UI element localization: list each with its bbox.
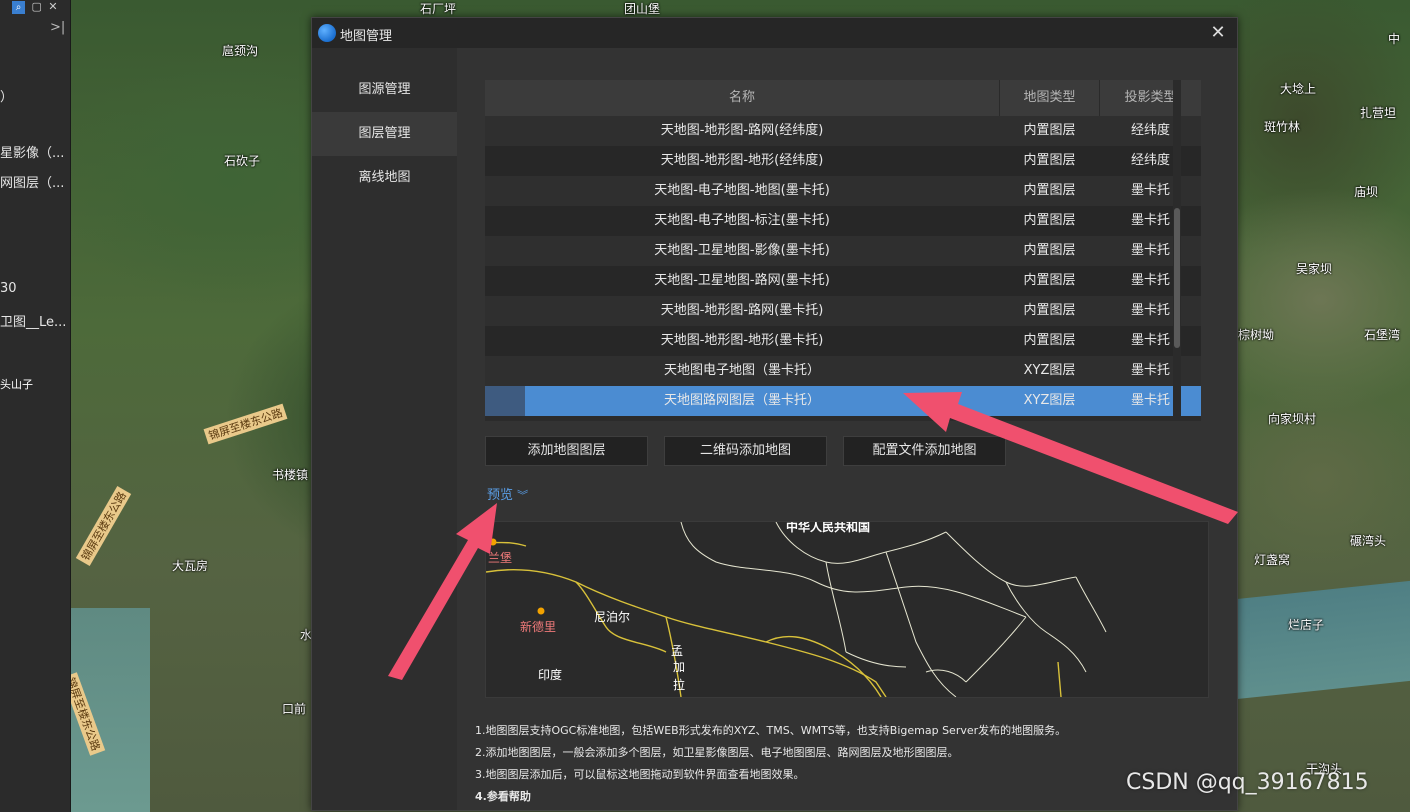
watermark: CSDN @qq_39167815 (1126, 770, 1369, 795)
arrow-to-selected-row (903, 392, 1238, 524)
arrow-to-preview (388, 503, 497, 680)
annotation-arrows (388, 392, 1238, 680)
